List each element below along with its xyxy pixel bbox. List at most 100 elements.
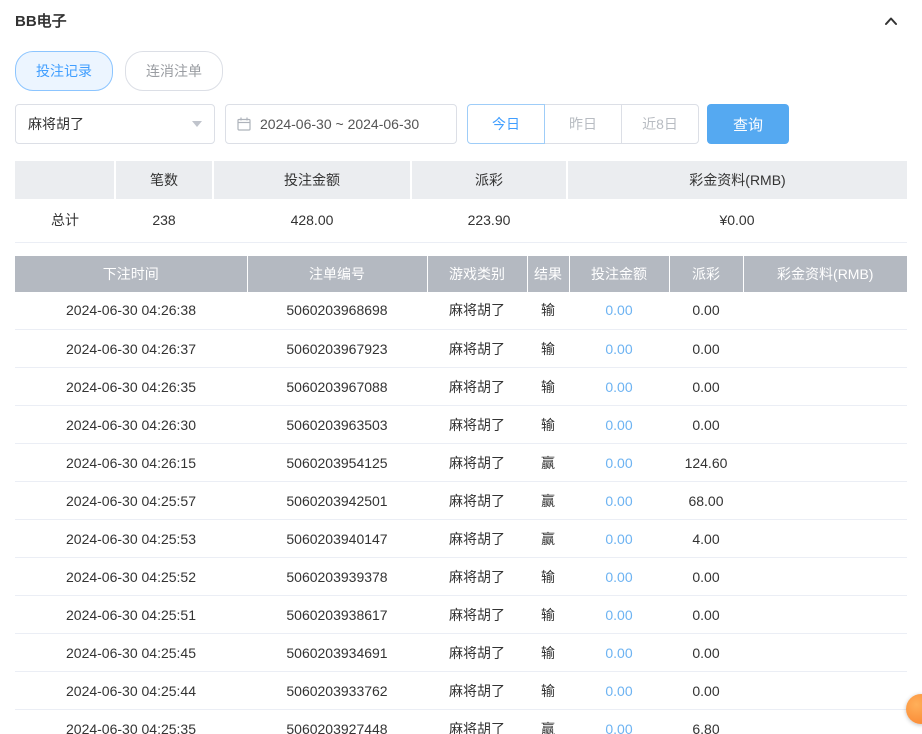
table-row: 2024-06-30 04:26:30 5060203963503 麻将胡了输 0.0… — [15, 405, 907, 444]
order-number-cell: 5060203939378 — [247, 557, 427, 596]
quick-today-button[interactable]: 今日 — [467, 104, 545, 144]
bonus-cell — [743, 633, 907, 672]
bet-time-cell: 2024-06-30 04:26:15 — [15, 443, 247, 482]
payout-cell: 124.60 — [669, 443, 743, 482]
tab-bet-records[interactable]: 投注记录 — [15, 51, 113, 91]
game-type-cell: 麻将胡了 — [427, 367, 527, 406]
bet-time-cell: 2024-06-30 04:25:35 — [15, 709, 247, 734]
bet-amount-link[interactable]: 0.00 — [605, 341, 632, 357]
game-type-cell: 麻将胡了 — [427, 671, 527, 710]
payout-cell: 0.00 — [669, 633, 743, 672]
floating-widget[interactable] — [906, 694, 922, 724]
game-type-cell: 麻将胡了 — [427, 633, 527, 672]
search-button[interactable]: 查询 — [707, 104, 789, 144]
result-cell: 赢 — [527, 709, 569, 734]
table-row: 2024-06-30 04:25:52 5060203939378 麻将胡了输 0.0… — [15, 557, 907, 596]
chevron-down-icon — [192, 121, 202, 127]
payout-cell: 0.00 — [669, 671, 743, 710]
summary-total-bonus: ¥0.00 — [567, 199, 907, 243]
payout-cell: 68.00 — [669, 481, 743, 520]
bonus-cell — [743, 367, 907, 406]
bonus-cell — [743, 557, 907, 596]
game-type-cell: 麻将胡了 — [427, 481, 527, 520]
bet-amount-link[interactable]: 0.00 — [605, 379, 632, 395]
table-row: 2024-06-30 04:25:44 5060203933762 麻将胡了输 0.0… — [15, 671, 907, 710]
bet-amount-cell: 0.00 — [569, 291, 669, 330]
result-cell: 赢 — [527, 481, 569, 520]
game-select[interactable]: 麻将胡了 — [15, 104, 215, 144]
col-header-bet-amount: 投注金额 — [568, 255, 669, 292]
bet-time-cell: 2024-06-30 04:26:37 — [15, 329, 247, 368]
game-select-value: 麻将胡了 — [28, 116, 84, 132]
bet-amount-cell: 0.00 — [569, 367, 669, 406]
bet-amount-cell: 0.00 — [569, 595, 669, 634]
order-number-cell: 5060203963503 — [247, 405, 427, 444]
bonus-cell — [743, 709, 907, 734]
result-cell: 输 — [527, 291, 569, 330]
quick-range-group: 今日 昨日 近8日 — [467, 104, 699, 144]
bet-amount-link[interactable]: 0.00 — [605, 721, 632, 734]
bet-amount-link[interactable]: 0.00 — [605, 493, 632, 509]
table-row: 2024-06-30 04:25:51 5060203938617 麻将胡了输 0.0… — [15, 595, 907, 634]
bet-amount-cell: 0.00 — [569, 519, 669, 558]
payout-cell: 0.00 — [669, 329, 743, 368]
result-cell: 输 — [527, 405, 569, 444]
bonus-cell — [743, 329, 907, 368]
bet-amount-link[interactable]: 0.00 — [605, 645, 632, 661]
bet-amount-link[interactable]: 0.00 — [605, 607, 632, 623]
summary-total-count: 238 — [115, 199, 213, 243]
bet-amount-cell: 0.00 — [569, 405, 669, 444]
bet-amount-link[interactable]: 0.00 — [605, 531, 632, 547]
order-number-cell: 5060203967088 — [247, 367, 427, 406]
summary-header-row: 笔数 投注金额 派彩 彩金资料(RMB) — [15, 161, 907, 199]
bet-time-cell: 2024-06-30 04:25:52 — [15, 557, 247, 596]
calendar-icon — [236, 116, 252, 132]
order-number-cell: 5060203938617 — [247, 595, 427, 634]
game-type-cell: 麻将胡了 — [427, 329, 527, 368]
tab-cancelled-orders[interactable]: 连消注单 — [125, 51, 223, 91]
bet-time-cell: 2024-06-30 04:25:53 — [15, 519, 247, 558]
bet-amount-cell: 0.00 — [569, 709, 669, 734]
table-row: 2024-06-30 04:26:37 5060203967923 麻将胡了输 0.0… — [15, 329, 907, 368]
summary-header-bonus: 彩金资料(RMB) — [566, 161, 907, 199]
summary-table: 笔数 投注金额 派彩 彩金资料(RMB) 总计 238 428.00 223.9… — [15, 161, 907, 243]
bonus-cell — [743, 443, 907, 482]
game-type-cell: 麻将胡了 — [427, 291, 527, 330]
bet-amount-link[interactable]: 0.00 — [605, 302, 632, 318]
order-number-cell: 5060203954125 — [247, 443, 427, 482]
bet-amount-cell: 0.00 — [569, 443, 669, 482]
order-number-cell: 5060203927448 — [247, 709, 427, 734]
payout-cell: 6.80 — [669, 709, 743, 734]
bonus-cell — [743, 519, 907, 558]
result-cell: 输 — [527, 367, 569, 406]
bet-amount-link[interactable]: 0.00 — [605, 417, 632, 433]
filter-bar: 麻将胡了 2024-06-30 ~ 2024-06-30 今日 昨日 近8日 查… — [15, 104, 922, 144]
payout-cell: 0.00 — [669, 291, 743, 330]
chevron-up-icon[interactable] — [882, 12, 900, 30]
result-cell: 赢 — [527, 443, 569, 482]
summary-total-payout: 223.90 — [411, 199, 567, 243]
summary-header-count: 笔数 — [114, 161, 213, 199]
bet-amount-link[interactable]: 0.00 — [605, 683, 632, 699]
date-range-input[interactable]: 2024-06-30 ~ 2024-06-30 — [225, 104, 457, 144]
summary-total-bet-amount: 428.00 — [213, 199, 411, 243]
order-number-cell: 5060203933762 — [247, 671, 427, 710]
table-row: 2024-06-30 04:25:57 5060203942501 麻将胡了赢 0.0… — [15, 481, 907, 520]
payout-cell: 0.00 — [669, 367, 743, 406]
bet-amount-link[interactable]: 0.00 — [605, 455, 632, 471]
bet-amount-cell: 0.00 — [569, 557, 669, 596]
game-type-cell: 麻将胡了 — [427, 519, 527, 558]
order-number-cell: 5060203968698 — [247, 291, 427, 330]
game-type-cell: 麻将胡了 — [427, 405, 527, 444]
bet-time-cell: 2024-06-30 04:26:35 — [15, 367, 247, 406]
bet-amount-link[interactable]: 0.00 — [605, 569, 632, 585]
quick-8days-button[interactable]: 近8日 — [621, 104, 699, 144]
bet-amount-cell: 0.00 — [569, 671, 669, 710]
col-header-game-type: 游戏类别 — [426, 255, 527, 292]
order-number-cell: 5060203942501 — [247, 481, 427, 520]
quick-yesterday-button[interactable]: 昨日 — [544, 104, 622, 144]
col-header-bet-time: 下注时间 — [15, 255, 247, 292]
bet-time-cell: 2024-06-30 04:25:51 — [15, 595, 247, 634]
bonus-cell — [743, 405, 907, 444]
bet-amount-cell: 0.00 — [569, 481, 669, 520]
